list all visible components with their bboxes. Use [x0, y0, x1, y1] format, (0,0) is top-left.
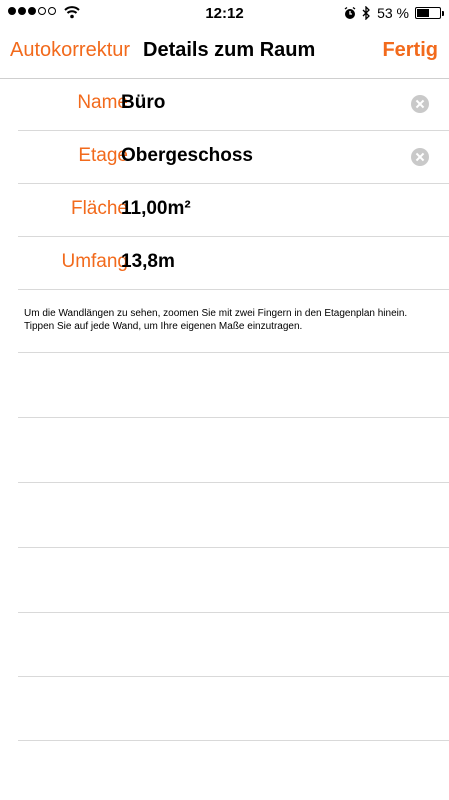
- bluetooth-icon: [362, 6, 370, 20]
- table-separator: [18, 547, 449, 548]
- table-separator: [18, 740, 449, 741]
- clear-name-icon[interactable]: [411, 95, 429, 113]
- field-row-umfang: Umfang 13,8m: [18, 237, 449, 290]
- page-title: Details zum Raum: [143, 39, 316, 61]
- navigation-bar: Autokorrektur Details zum Raum Fertig: [0, 26, 449, 79]
- table-separator: [18, 417, 449, 418]
- table-separator: [18, 676, 449, 677]
- field-label-umfang: Umfang: [61, 251, 128, 272]
- field-row-etage[interactable]: Etage Obergeschoss: [18, 131, 449, 184]
- autokorrektur-button[interactable]: Autokorrektur: [10, 39, 130, 62]
- flaeche-value: 11,00m²: [121, 198, 191, 219]
- field-row-flaeche: Fläche 11,00m²: [18, 184, 449, 237]
- clear-etage-icon[interactable]: [411, 148, 429, 166]
- etage-input[interactable]: Obergeschoss: [121, 145, 253, 167]
- table-separator: [18, 482, 449, 483]
- info-text: Um die Wandlängen zu sehen, zoomen Sie m…: [24, 308, 408, 332]
- done-button[interactable]: Fertig: [382, 39, 438, 62]
- table-separator: [18, 352, 449, 353]
- status-bar: 12:12 53 %: [0, 0, 449, 26]
- battery-icon: [415, 7, 444, 19]
- table-separator: [18, 612, 449, 613]
- alarm-icon: [344, 6, 356, 19]
- field-row-name[interactable]: Name Büro: [18, 78, 449, 131]
- umfang-value: 13,8m: [121, 251, 175, 272]
- battery-percent: 53 %: [377, 5, 409, 21]
- name-input[interactable]: Büro: [121, 92, 165, 114]
- field-label-flaeche: Fläche: [70, 198, 128, 219]
